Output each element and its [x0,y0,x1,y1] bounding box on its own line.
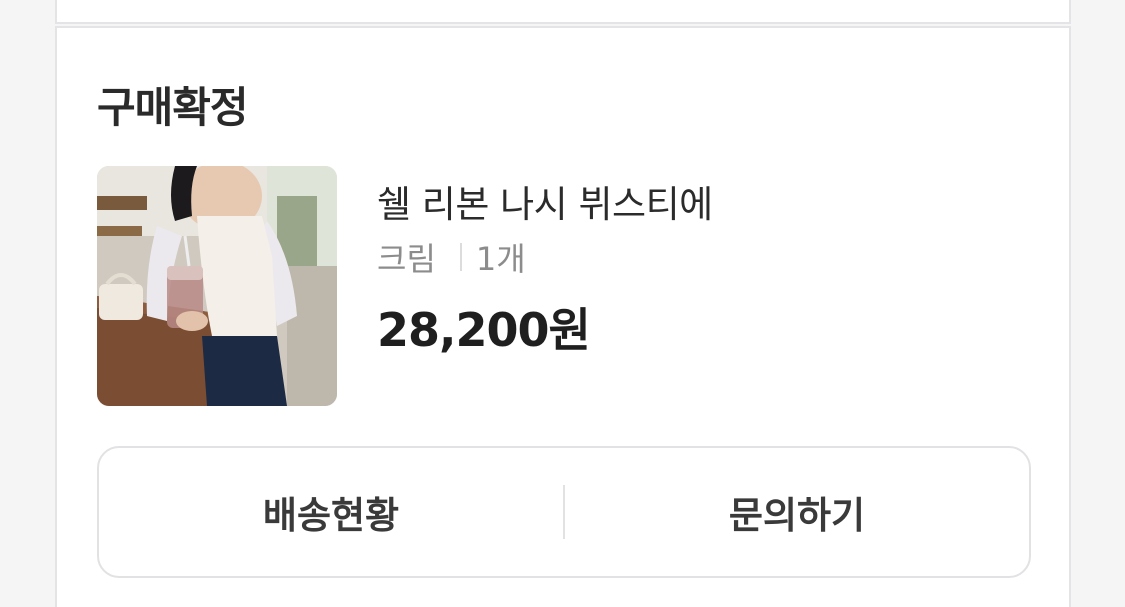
delivery-status-button[interactable]: 배송현황 [99,448,563,576]
product-photo-icon [97,166,337,406]
product-name[interactable]: 쉘 리본 나시 뷔스티에 [377,174,713,228]
order-actions: 배송현황 문의하기 [97,446,1031,578]
inquiry-button[interactable]: 문의하기 [565,448,1029,576]
order-card: 구매확정 쉘 리본 나시 뷔스티에 크림 1개 28,200원 배송현황 문의하… [55,26,1071,607]
product-option-row: 크림 1개 [377,235,526,279]
product-price: 28,200원 [377,303,591,357]
product-quantity: 1개 [475,240,526,278]
previous-order-card [55,0,1071,24]
option-divider [459,243,462,271]
order-page: 구매확정 쉘 리본 나시 뷔스티에 크림 1개 28,200원 배송현황 문의하… [0,0,1125,607]
order-status-title: 구매확정 [97,83,249,132]
product-option: 크림 [377,240,436,278]
product-thumbnail[interactable] [97,166,337,406]
